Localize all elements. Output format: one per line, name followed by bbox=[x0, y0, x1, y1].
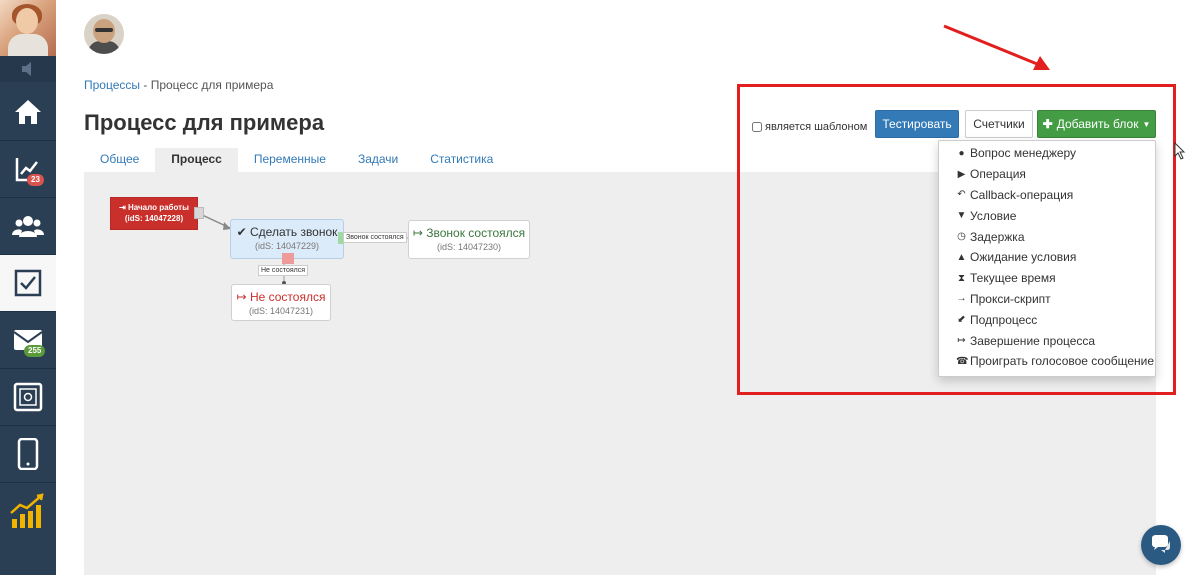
speaker-icon bbox=[22, 62, 31, 76]
sidebar-item-safe[interactable] bbox=[0, 369, 56, 425]
phone-icon bbox=[17, 438, 39, 470]
breadcrumb: Процессы - Процесс для примера bbox=[84, 78, 273, 92]
sidebar-item-home[interactable] bbox=[0, 84, 56, 140]
tab-variables[interactable]: Переменные bbox=[238, 148, 342, 172]
users-icon bbox=[12, 216, 44, 237]
node-call-title: ✔ Сделать звонок bbox=[236, 225, 338, 239]
node-start-id: (idS: 14047228) bbox=[124, 214, 184, 223]
bar-chart-icon bbox=[10, 493, 44, 528]
node-call-id: (idS: 14047229) bbox=[254, 241, 320, 251]
node-success-id: (idS: 14047230) bbox=[436, 242, 502, 252]
breadcrumb-parent-link[interactable]: Процессы bbox=[84, 78, 140, 92]
sidebar-item-mail[interactable]: 255 bbox=[0, 312, 56, 368]
link-label-fail: Не состоялся bbox=[258, 265, 309, 276]
check-icon: ✔ bbox=[236, 225, 247, 239]
chat-bubbles-icon bbox=[1152, 535, 1170, 553]
breadcrumb-separator: - bbox=[143, 78, 148, 92]
link-label-success: Звонок состоялся bbox=[343, 232, 407, 243]
sign-out-icon: ↦ bbox=[236, 290, 247, 304]
chat-button[interactable] bbox=[1141, 525, 1181, 565]
tab-tasks[interactable]: Задачи bbox=[342, 148, 414, 172]
breadcrumb-current: Процесс для примера bbox=[150, 78, 274, 92]
node-fail-title: ↦ Не состоялся bbox=[236, 290, 326, 304]
sidebar-item-analytics[interactable]: 23 bbox=[0, 141, 56, 197]
node-call-failed[interactable]: ↦ Не состоялся (idS: 14047231) bbox=[231, 284, 331, 321]
home-icon bbox=[15, 100, 41, 124]
mouse-cursor-icon bbox=[1174, 142, 1186, 160]
user-avatar[interactable] bbox=[84, 14, 124, 54]
annotation-arrow bbox=[943, 24, 1050, 70]
sidebar-user-avatar[interactable] bbox=[0, 0, 56, 56]
sidebar-item-tasks[interactable] bbox=[0, 255, 56, 311]
sidebar: 23 255 bbox=[0, 0, 56, 575]
node-start-title: ⇥ Начало работы bbox=[119, 203, 189, 212]
checkbox-icon bbox=[14, 269, 42, 297]
analytics-badge: 23 bbox=[27, 174, 44, 186]
node-call-success[interactable]: ↦ Звонок состоялся (idS: 14047230) bbox=[408, 220, 530, 259]
sidebar-item-reports[interactable] bbox=[0, 483, 56, 539]
node-start[interactable]: ⇥ Начало работы (idS: 14047228) bbox=[110, 197, 198, 230]
call-fail-port[interactable] bbox=[282, 253, 294, 264]
tab-statistics[interactable]: Статистика bbox=[414, 148, 509, 172]
sidebar-item-users[interactable] bbox=[0, 198, 56, 254]
tab-process[interactable]: Процесс bbox=[155, 148, 238, 172]
tab-general[interactable]: Общее bbox=[84, 148, 155, 172]
node-success-title: ↦ Звонок состоялся bbox=[412, 226, 526, 240]
node-fail-id: (idS: 14047231) bbox=[248, 306, 314, 316]
sign-out-icon: ↦ bbox=[412, 226, 423, 240]
sidebar-sound-toggle[interactable] bbox=[0, 56, 56, 82]
mail-badge: 255 bbox=[24, 345, 46, 357]
sidebar-item-mobile[interactable] bbox=[0, 426, 56, 482]
safe-icon bbox=[13, 382, 43, 412]
tab-bar: Общее Процесс Переменные Задачи Статисти… bbox=[84, 148, 509, 172]
start-output-port[interactable] bbox=[194, 207, 204, 219]
sign-in-icon: ⇥ bbox=[119, 203, 126, 212]
page-title: Процесс для примера bbox=[84, 110, 325, 135]
highlight-box bbox=[737, 84, 1176, 395]
